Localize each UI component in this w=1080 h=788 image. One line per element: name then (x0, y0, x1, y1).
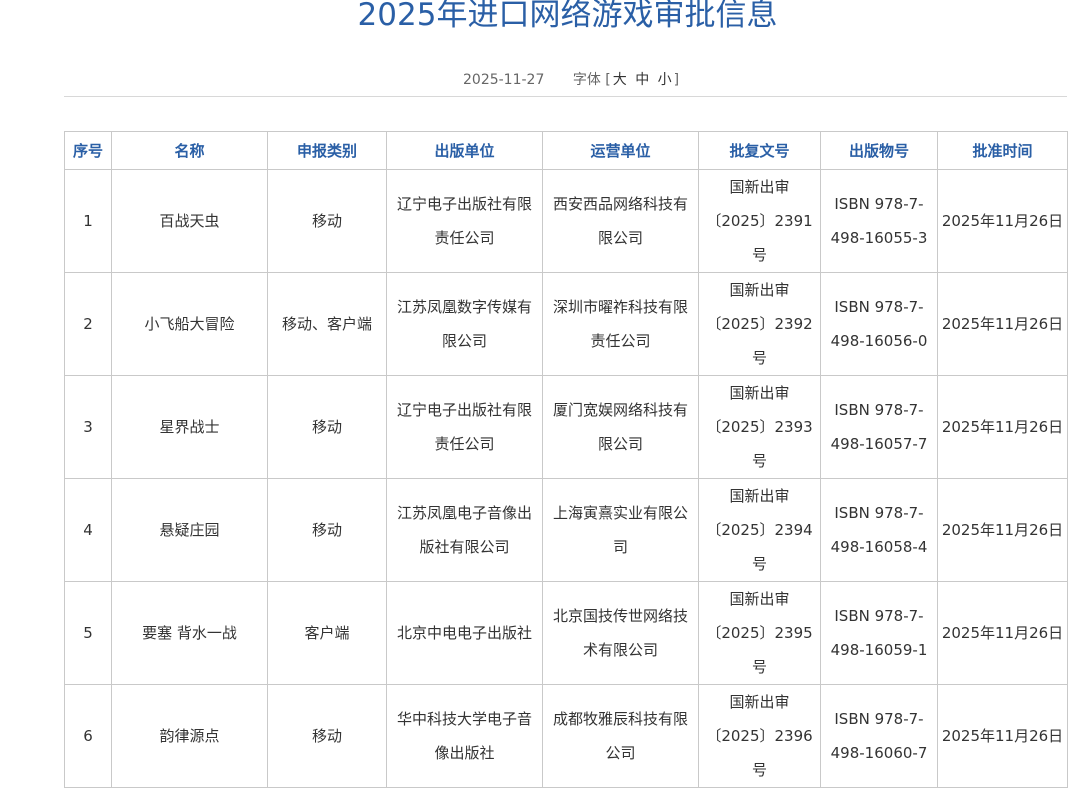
header-isbn: 出版物号 (820, 131, 938, 170)
header-approval-number: 批复文号 (698, 131, 821, 170)
table-row: 4 悬疑庄园 移动 江苏凤凰电子音像出版社有限公司 上海寅熹实业有限公司 国新出… (64, 478, 1068, 582)
cell-operator: 上海寅熹实业有限公司 (542, 478, 699, 582)
cell-approval-number: 国新出审〔2025〕2394号 (698, 478, 821, 582)
page-title: 2025年进口网络游戏审批信息 (357, 0, 778, 33)
cell-index: 1 (64, 169, 112, 273)
table-header-row: 序号 名称 申报类别 出版单位 运营单位 批复文号 出版物号 批准时间 (64, 131, 1068, 170)
publish-date: 2025-11-27 (463, 72, 545, 88)
cell-isbn: ISBN 978-7-498-16059-1 (820, 581, 938, 685)
font-size-label: 字体 (572, 72, 601, 88)
table-row: 6 韵律源点 移动 华中科技大学电子音像出版社 成都牧雅辰科技有限公司 国新出审… (64, 684, 1068, 788)
font-size-bracket-close: ] (673, 72, 680, 88)
cell-index: 5 (64, 581, 112, 685)
font-size-bracket-open: [ (605, 72, 611, 88)
font-size-small-button[interactable]: 小 (656, 72, 674, 88)
cell-index: 2 (64, 272, 112, 376)
cell-index: 4 (64, 478, 112, 582)
cell-publisher: 华中科技大学电子音像出版社 (386, 684, 543, 788)
cell-operator: 北京国技传世网络技术有限公司 (542, 581, 699, 685)
cell-isbn: ISBN 978-7-498-16058-4 (820, 478, 938, 582)
cell-publisher: 辽宁电子出版社有限责任公司 (386, 375, 543, 479)
cell-approval-date: 2025年11月26日 (937, 375, 1068, 479)
cell-approval-number: 国新出审〔2025〕2393号 (698, 375, 821, 479)
cell-approval-date: 2025年11月26日 (937, 272, 1068, 376)
cell-approval-date: 2025年11月26日 (937, 478, 1068, 582)
cell-approval-date: 2025年11月26日 (937, 684, 1068, 788)
header-index: 序号 (64, 131, 112, 170)
table-row: 1 百战天虫 移动 辽宁电子出版社有限责任公司 西安西品网络科技有限公司 国新出… (64, 169, 1068, 273)
cell-publisher: 辽宁电子出版社有限责任公司 (386, 169, 543, 273)
table-row: 3 星界战士 移动 辽宁电子出版社有限责任公司 厦门宽娱网络科技有限公司 国新出… (64, 375, 1068, 479)
header-publisher: 出版单位 (386, 131, 543, 170)
cell-publisher: 江苏凤凰电子音像出版社有限公司 (386, 478, 543, 582)
font-size-large-button[interactable]: 大 (611, 72, 629, 88)
cell-name: 星界战士 (111, 375, 268, 479)
cell-index: 3 (64, 375, 112, 479)
header-approval-date: 批准时间 (937, 131, 1068, 170)
cell-operator: 西安西品网络科技有限公司 (542, 169, 699, 273)
approval-table: 序号 名称 申报类别 出版单位 运营单位 批复文号 出版物号 批准时间 1 百战… (64, 131, 1068, 788)
title-divider (64, 96, 1067, 97)
header-name: 名称 (111, 131, 268, 170)
cell-publisher: 北京中电电子出版社 (386, 581, 543, 685)
cell-approval-number: 国新出审〔2025〕2392号 (698, 272, 821, 376)
table-row: 2 小飞船大冒险 移动、客户端 江苏凤凰数字传媒有限公司 深圳市曜祚科技有限责任… (64, 272, 1068, 376)
header-category: 申报类别 (267, 131, 387, 170)
cell-category: 移动 (267, 169, 387, 273)
cell-category: 客户端 (267, 581, 387, 685)
cell-operator: 深圳市曜祚科技有限责任公司 (542, 272, 699, 376)
cell-category: 移动 (267, 375, 387, 479)
cell-name: 悬疑庄园 (111, 478, 268, 582)
cell-approval-number: 国新出审〔2025〕2396号 (698, 684, 821, 788)
cell-isbn: ISBN 978-7-498-16057-7 (820, 375, 938, 479)
cell-approval-date: 2025年11月26日 (937, 169, 1068, 273)
cell-name: 要塞 背水一战 (111, 581, 268, 685)
font-size-medium-button[interactable]: 中 (633, 72, 651, 88)
cell-category: 移动 (267, 684, 387, 788)
cell-isbn: ISBN 978-7-498-16056-0 (820, 272, 938, 376)
cell-operator: 成都牧雅辰科技有限公司 (542, 684, 699, 788)
header-operator: 运营单位 (542, 131, 699, 170)
cell-publisher: 江苏凤凰数字传媒有限公司 (386, 272, 543, 376)
cell-operator: 厦门宽娱网络科技有限公司 (542, 375, 699, 479)
cell-category: 移动、客户端 (267, 272, 387, 376)
cell-approval-number: 国新出审〔2025〕2391号 (698, 169, 821, 273)
cell-approval-number: 国新出审〔2025〕2395号 (698, 581, 821, 685)
table-row: 5 要塞 背水一战 客户端 北京中电电子出版社 北京国技传世网络技术有限公司 国… (64, 581, 1068, 685)
cell-approval-date: 2025年11月26日 (937, 581, 1068, 685)
article-meta: 2025-11-27 字体 [大 中 小] (463, 68, 679, 92)
cell-category: 移动 (267, 478, 387, 582)
cell-isbn: ISBN 978-7-498-16055-3 (820, 169, 938, 273)
cell-name: 小飞船大冒险 (111, 272, 268, 376)
cell-index: 6 (64, 684, 112, 788)
cell-name: 百战天虫 (111, 169, 268, 273)
cell-isbn: ISBN 978-7-498-16060-7 (820, 684, 938, 788)
cell-name: 韵律源点 (111, 684, 268, 788)
